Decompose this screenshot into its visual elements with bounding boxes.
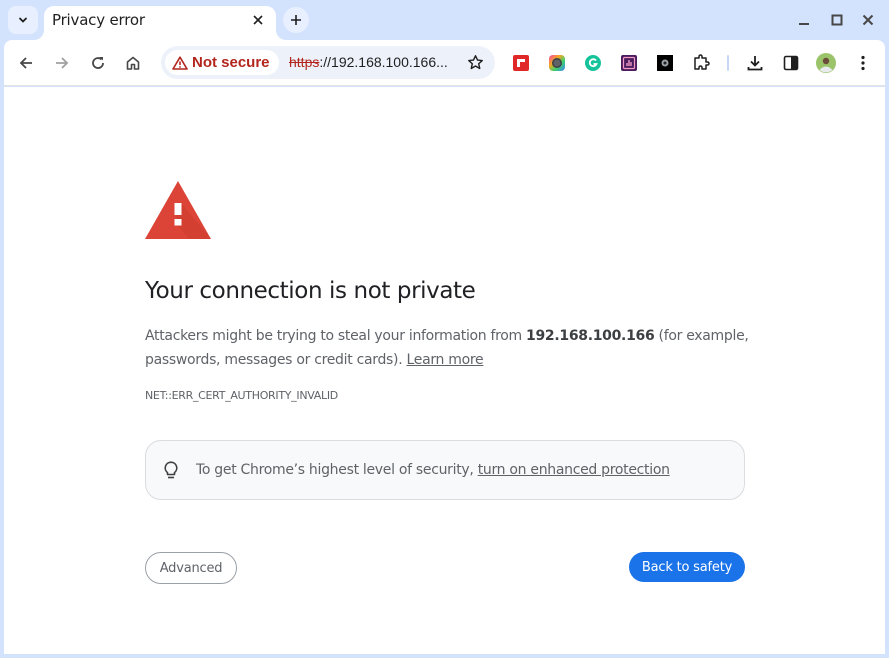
maximize-icon (831, 14, 843, 26)
downloads-button[interactable] (746, 54, 764, 72)
grammarly-extension-button[interactable] (584, 54, 602, 72)
warning-triangle-icon (145, 181, 211, 239)
url-text[interactable]: https://192.168.100.166... (289, 54, 448, 70)
extensions-puzzle-icon (694, 54, 710, 70)
close-icon (253, 15, 263, 25)
new-tab-button[interactable] (283, 7, 309, 33)
minimize-icon (799, 23, 809, 25)
toolbar-separator (727, 55, 729, 71)
close-window-button[interactable] (856, 8, 880, 32)
explanation-before: Attackers might be trying to steal your … (145, 328, 527, 344)
forward-button[interactable] (48, 49, 76, 77)
enhanced-protection-box: To get Chrome’s highest level of securit… (145, 440, 745, 500)
home-button[interactable] (119, 49, 147, 77)
side-panel-button[interactable] (782, 54, 800, 72)
maximize-button[interactable] (825, 8, 849, 32)
error-code: NET::ERR_CERT_AUTHORITY_INVALID (145, 389, 338, 402)
url-host: ://192.168.100.166... (319, 54, 448, 70)
reload-button[interactable] (84, 49, 112, 77)
tab-title: Privacy error (52, 11, 145, 29)
analytics-extension-button[interactable] (620, 54, 638, 72)
enhanced-text-prefix: To get Chrome’s highest level of securit… (196, 462, 478, 478)
url-scheme: https (289, 54, 320, 70)
close-icon (862, 14, 874, 26)
host-name: 192.168.100.166 (526, 328, 655, 344)
enhanced-protection-text: To get Chrome’s highest level of securit… (196, 462, 670, 478)
page-heading: Your connection is not private (145, 278, 476, 304)
home-icon (126, 56, 140, 70)
lightbulb-icon (162, 460, 180, 480)
back-to-safety-button[interactable]: Back to safety (629, 552, 745, 582)
advanced-button[interactable]: Advanced (145, 552, 237, 584)
toolbar: Not secure https://192.168.100.166... (4, 40, 885, 86)
bookmark-button[interactable] (465, 52, 485, 72)
back-button[interactable] (12, 49, 40, 77)
learn-more-link[interactable]: Learn more (407, 352, 484, 368)
chevron-down-icon (19, 17, 27, 23)
tab-close-button[interactable] (248, 10, 268, 30)
flipboard-extension-button[interactable] (512, 54, 530, 72)
profile-avatar[interactable] (816, 53, 836, 73)
plus-icon (291, 15, 301, 25)
security-chip[interactable]: Not secure (165, 50, 279, 75)
dark-extension-icon (657, 55, 673, 71)
explanation-text: Attackers might be trying to steal your … (145, 324, 755, 372)
page-content: Your connection is not private Attackers… (4, 87, 885, 654)
enhanced-protection-link[interactable]: turn on enhanced protection (478, 462, 670, 478)
address-bar[interactable]: Not secure https://192.168.100.166... (161, 46, 495, 79)
color-picker-extension-icon (549, 55, 565, 71)
avatar-icon (816, 53, 836, 73)
analytics-extension-icon (621, 55, 637, 71)
more-menu-button[interactable] (854, 54, 872, 72)
browser-window: Privacy error Not secure https://192.168… (0, 0, 889, 658)
reload-icon (92, 57, 104, 69)
flipboard-extension-icon (513, 55, 529, 71)
back-arrow-icon (19, 57, 32, 69)
warning-triangle-icon (172, 55, 188, 70)
color-picker-extension-button[interactable] (548, 54, 566, 72)
dark-extension-button[interactable] (656, 54, 674, 72)
forward-arrow-icon (56, 57, 69, 69)
more-menu-icon (861, 55, 865, 71)
extensions-button[interactable] (692, 54, 710, 72)
not-secure-label: Not secure (192, 54, 270, 71)
minimize-button[interactable] (792, 8, 816, 32)
grammarly-extension-icon (585, 55, 601, 71)
tab-strip: Privacy error (0, 0, 889, 40)
side-panel-icon (783, 55, 799, 71)
tab-privacy-error[interactable]: Privacy error (44, 6, 276, 40)
star-icon (467, 54, 483, 69)
download-icon (747, 56, 763, 71)
